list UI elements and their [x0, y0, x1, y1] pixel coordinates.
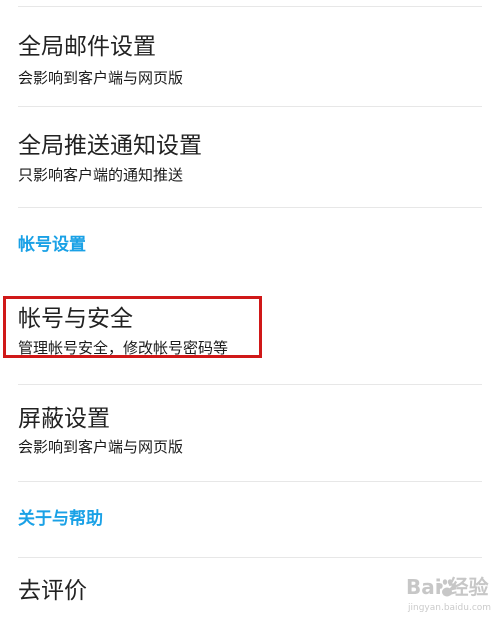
watermark-url: jingyan.baidu.com	[408, 603, 492, 613]
rate-app-title: 去评价	[18, 578, 87, 604]
block-settings-title: 屏蔽设置	[18, 406, 110, 432]
divider	[18, 481, 482, 482]
about-section-header: 关于与帮助	[18, 509, 103, 529]
global-mail-settings-title: 全局邮件设置	[18, 34, 156, 60]
highlight-box	[3, 296, 262, 358]
block-settings-subtitle: 会影响到客户端与网页版	[18, 438, 184, 456]
global-mail-settings-item[interactable]: 全局邮件设置 会影响到客户端与网页版	[0, 6, 500, 106]
settings-screen: 全局邮件设置 会影响到客户端与网页版 全局推送通知设置 只影响客户端的通知推送 …	[0, 0, 500, 621]
global-push-settings-item[interactable]: 全局推送通知设置 只影响客户端的通知推送	[0, 107, 500, 207]
divider	[18, 207, 482, 208]
account-section-header: 帐号设置	[18, 235, 86, 255]
global-push-settings-subtitle: 只影响客户端的通知推送	[18, 166, 184, 184]
baidu-jingyan-watermark: Bai 经验 jingyan.baidu.com	[400, 573, 496, 619]
global-push-settings-title: 全局推送通知设置	[18, 133, 202, 159]
paw-icon	[438, 579, 457, 597]
block-settings-item[interactable]: 屏蔽设置 会影响到客户端与网页版	[0, 385, 500, 480]
global-mail-settings-subtitle: 会影响到客户端与网页版	[18, 69, 184, 87]
